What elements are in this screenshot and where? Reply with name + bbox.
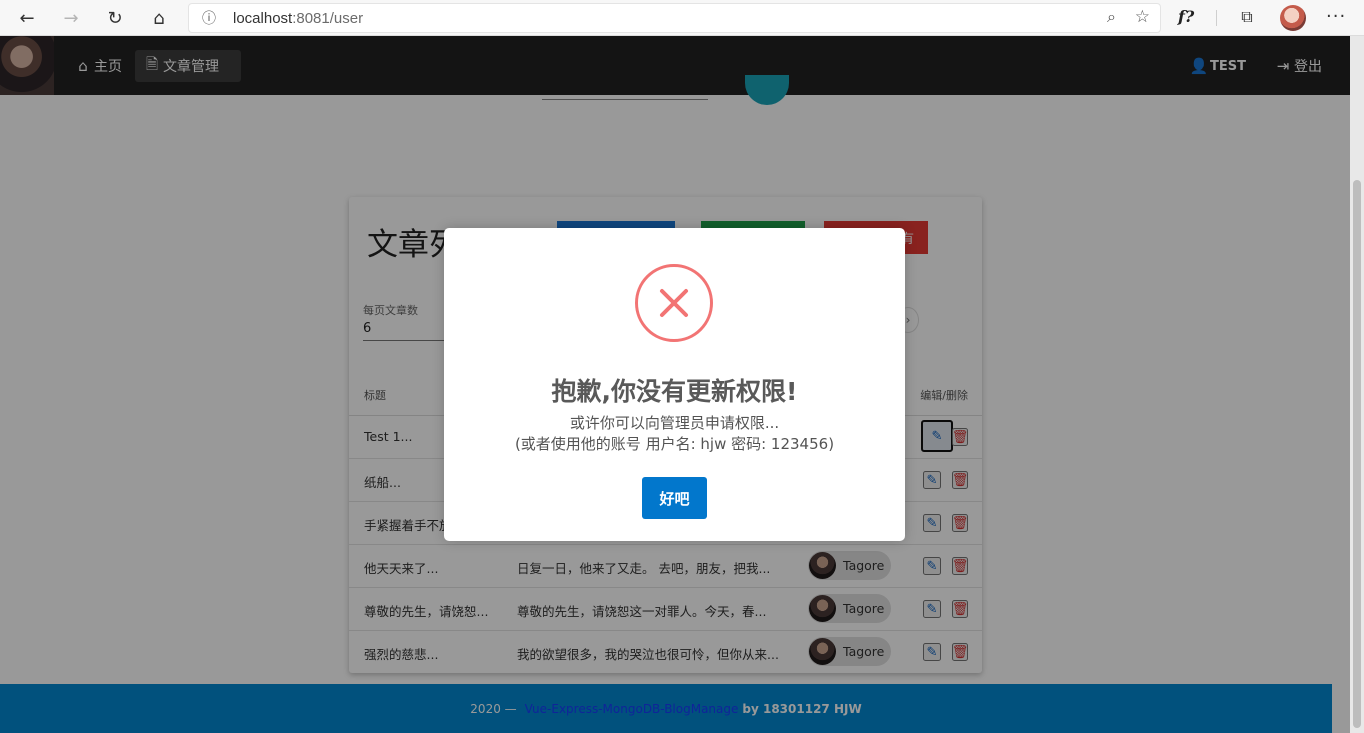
home-icon[interactable]: ⌂ [144,4,174,32]
dialog-message-line-2: (或者使用他的账号 用户名: hjw 密码: 123456) [514,435,835,453]
back-icon[interactable]: ← [12,4,42,32]
address-bar[interactable]: ⓘ localhost:8081/user ⌕ ☆ [188,3,1161,33]
url-path: :8081/user [292,10,364,27]
page-scrollbar[interactable] [1350,36,1364,733]
error-x-icon [635,264,713,342]
favorite-star-icon[interactable]: ☆ [1135,7,1150,27]
toolbar-divider [1216,10,1217,26]
dialog-ok-button[interactable]: 好吧 [642,477,707,519]
collections-icon[interactable]: ⧉ [1236,6,1258,28]
profile-avatar[interactable] [1280,5,1306,31]
dialog-title: 抱歉,你没有更新权限! [551,377,798,406]
fx-extension-icon[interactable]: f? [1178,7,1194,26]
dialog-message: 或许你可以向管理员申请权限... (或者使用他的账号 用户名: hjw 密码: … [444,413,905,455]
url-host: localhost [233,10,293,27]
more-menu-icon[interactable]: ··· [1326,6,1346,27]
permission-error-dialog: 抱歉,你没有更新权限! 或许你可以向管理员申请权限... (或者使用他的账号 用… [444,228,905,541]
url-text[interactable]: localhost:8081/user [233,10,363,27]
scrollbar-thumb[interactable] [1353,180,1361,728]
refresh-icon[interactable]: ↻ [100,4,130,32]
browser-toolbar: ← → ↻ ⌂ ⓘ localhost:8081/user ⌕ ☆ f? ⧉ ·… [0,0,1364,36]
dialog-message-line-1: 或许你可以向管理员申请权限... [569,414,780,432]
site-info-icon[interactable]: ⓘ [199,8,219,28]
zoom-icon[interactable]: ⌕ [1107,7,1116,27]
forward-icon[interactable]: → [56,4,86,32]
